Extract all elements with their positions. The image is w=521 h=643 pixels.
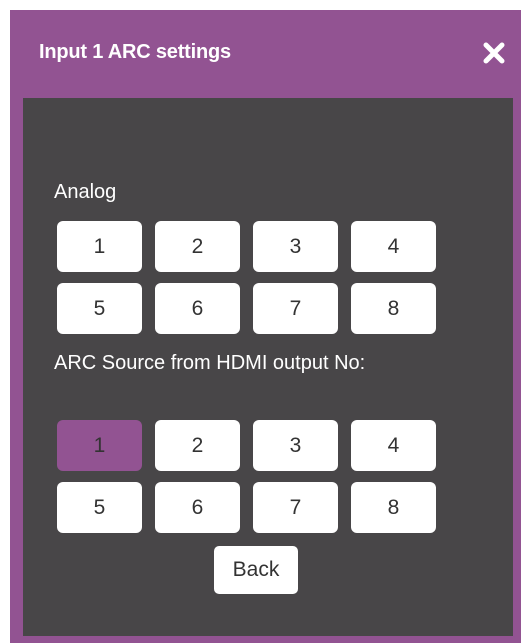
arc-source-button-1[interactable]: 1 — [57, 420, 142, 471]
arc-source-button-7[interactable]: 7 — [253, 482, 338, 533]
settings-panel: Analog 1 2 3 4 5 6 7 8 ARC Source from H… — [23, 98, 513, 636]
analog-label: Analog — [54, 181, 117, 203]
analog-button-grid: 1 2 3 4 5 6 7 8 — [57, 221, 436, 334]
back-button[interactable]: Back — [214, 546, 298, 594]
analog-button-4[interactable]: 4 — [351, 221, 436, 272]
arc-settings-dialog: Input 1 ARC settings Analog 1 2 3 4 5 6 … — [10, 10, 521, 643]
arc-source-button-grid: 1 2 3 4 5 6 7 8 — [57, 420, 436, 533]
analog-button-8[interactable]: 8 — [351, 283, 436, 334]
analog-button-3[interactable]: 3 — [253, 221, 338, 272]
arc-source-button-2[interactable]: 2 — [155, 420, 240, 471]
analog-button-1[interactable]: 1 — [57, 221, 142, 272]
arc-source-button-8[interactable]: 8 — [351, 482, 436, 533]
analog-button-7[interactable]: 7 — [253, 283, 338, 334]
close-icon[interactable] — [481, 40, 507, 66]
arc-source-button-3[interactable]: 3 — [253, 420, 338, 471]
analog-button-5[interactable]: 5 — [57, 283, 142, 334]
dialog-header: Input 1 ARC settings — [10, 10, 521, 98]
arc-source-button-5[interactable]: 5 — [57, 482, 142, 533]
analog-button-6[interactable]: 6 — [155, 283, 240, 334]
arc-source-label: ARC Source from HDMI output No: — [54, 352, 366, 374]
dialog-title: Input 1 ARC settings — [39, 41, 231, 63]
arc-source-button-4[interactable]: 4 — [351, 420, 436, 471]
arc-source-button-6[interactable]: 6 — [155, 482, 240, 533]
analog-button-2[interactable]: 2 — [155, 221, 240, 272]
